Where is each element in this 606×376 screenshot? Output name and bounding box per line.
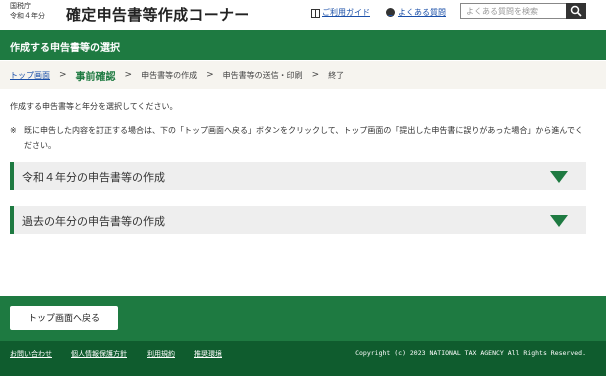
page-title-bar: 作成する申告書等の選択 (0, 30, 606, 60)
breadcrumb: トップ画面 > 事前確認 > 申告書等の作成 > 申告書等の送信・印刷 > 終了 (0, 61, 606, 89)
note: ※ 既に申告した内容を訂正する場合は、下の「トップ画面へ戻る」ボタンをクリックし… (10, 123, 588, 153)
search-button[interactable] (566, 3, 586, 19)
agency-label: 国税庁 令和４年分 (10, 1, 45, 21)
footer-link-privacy[interactable]: 個人情報保護方針 (71, 349, 127, 359)
back-to-top-button[interactable]: トップ画面へ戻る (10, 306, 118, 330)
guide-link-label: ご利用ガイド (322, 8, 370, 17)
breadcrumb-step-end: 終了 (328, 70, 345, 80)
guide-link[interactable]: ご利用ガイド (311, 7, 370, 18)
breadcrumb-separator: > (206, 70, 214, 80)
breadcrumb-current: 事前確認 (75, 71, 116, 83)
faq-link[interactable]: ? よくある質問 (386, 7, 446, 18)
breadcrumb-separator: > (124, 70, 133, 80)
note-text: 既に申告した内容を訂正する場合は、下の「トップ画面へ戻る」ボタンをクリックして、… (24, 126, 583, 150)
footer-link-terms[interactable]: 利用規約 (147, 349, 175, 359)
footer-link-environment[interactable]: 推奨環境 (194, 349, 222, 359)
accordion-label: 過去の年分の申告書等の作成 (22, 215, 165, 228)
accordion-past-years[interactable]: 過去の年分の申告書等の作成 (10, 206, 586, 234)
breadcrumb-separator: > (59, 70, 67, 80)
copyright: Copyright (c) 2023 NATIONAL TAX AGENCY A… (355, 349, 586, 357)
question-circle-icon: ? (386, 8, 395, 17)
triangle-down-icon (550, 171, 568, 183)
breadcrumb-separator: > (311, 70, 320, 80)
note-mark: ※ (10, 126, 17, 135)
app-title: 確定申告書等作成コーナー (66, 6, 250, 24)
accordion-label: 令和４年分の申告書等の作成 (22, 171, 165, 184)
search-icon (570, 5, 582, 17)
footer-link-contact[interactable]: お問い合わせ (10, 349, 52, 359)
site-header: 国税庁 令和４年分 確定申告書等作成コーナー ご利用ガイド ? よくある質問 (0, 0, 606, 28)
faq-link-label: よくある質問 (398, 8, 446, 17)
breadcrumb-step-create: 申告書等の作成 (141, 70, 198, 80)
intro-text: 作成する申告書等と年分を選択してください。 (10, 102, 178, 111)
breadcrumb-top[interactable]: トップ画面 (10, 70, 50, 81)
accordion-current-year[interactable]: 令和４年分の申告書等の作成 (10, 162, 586, 190)
site-footer: お問い合わせ 個人情報保護方針 利用規約 推奨環境 Copyright (c) … (0, 341, 606, 376)
search-input[interactable] (460, 3, 566, 19)
triangle-down-icon (550, 215, 568, 227)
page-title: 作成する申告書等の選択 (10, 43, 120, 54)
tax-year: 令和４年分 (10, 12, 45, 20)
breadcrumb-step-submit: 申告書等の送信・印刷 (222, 70, 303, 80)
footer-action-bar: トップ画面へ戻る (0, 296, 606, 341)
book-icon (311, 8, 320, 18)
agency-name: 国税庁 (10, 2, 31, 10)
